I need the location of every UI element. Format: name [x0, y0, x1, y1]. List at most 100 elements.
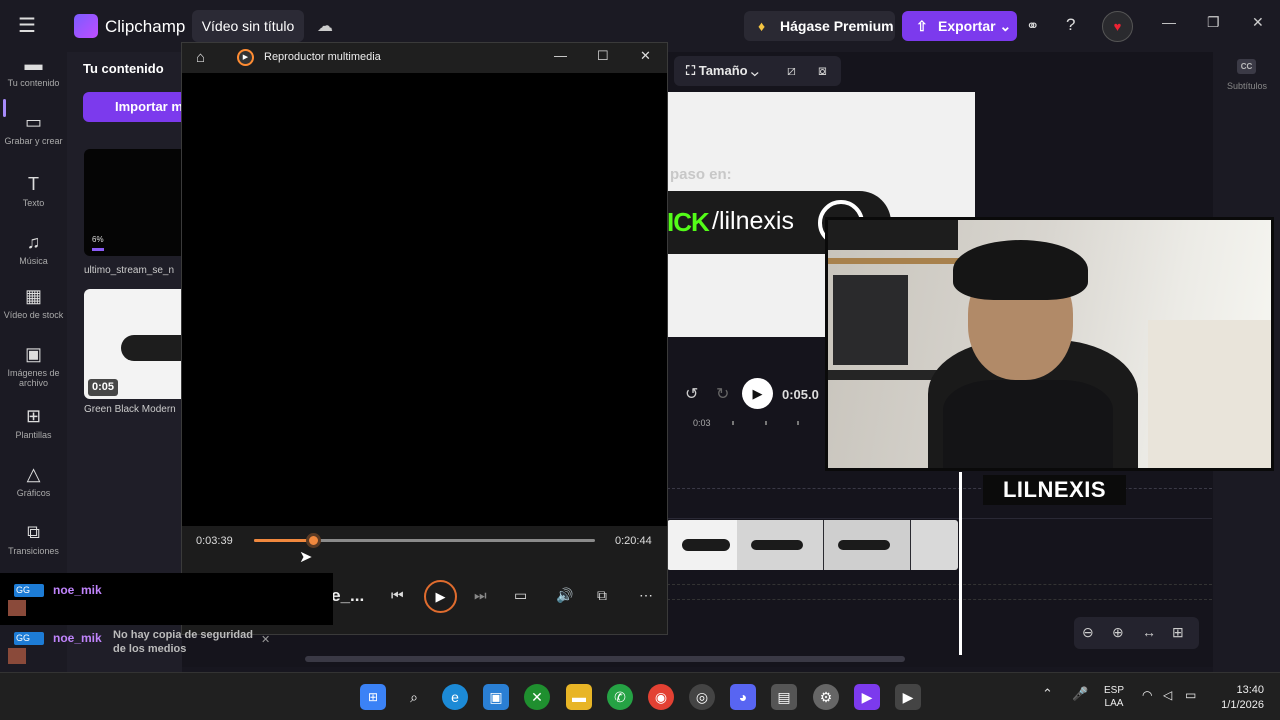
preview-play-button[interactable]: ▶ [742, 378, 773, 409]
project-title[interactable]: Vídeo sin título [192, 10, 304, 42]
maximize-icon[interactable]: ❐ [1207, 14, 1220, 31]
canvas-handle: /lilnexis [712, 207, 794, 235]
import-media-button[interactable]: Importar m [83, 92, 183, 122]
chat-username: noe_mik [53, 631, 102, 645]
volume-tray-icon[interactable]: ◁ [1163, 688, 1172, 702]
nav-label: Grabar y crear [4, 136, 63, 146]
tray-chevron-icon[interactable]: ⌃ [1042, 686, 1053, 702]
search-icon[interactable]: ⌕ [401, 684, 427, 710]
fit-icon[interactable]: ⧄ [787, 62, 796, 79]
audio-track[interactable] [667, 584, 1212, 600]
more-options-icon[interactable]: ⋯ [639, 587, 653, 604]
start-icon[interactable]: ⊞ [360, 684, 386, 710]
canvas-kick-logo: ICK [667, 207, 710, 237]
forward-icon[interactable]: ↻ [716, 384, 729, 404]
nav-graphics[interactable]: △ Gráficos [0, 464, 67, 498]
share-icon[interactable]: ⚭ [1026, 16, 1039, 36]
timeline-scrollbar[interactable] [305, 656, 905, 662]
play-button[interactable]: ▶ [424, 580, 457, 613]
edge-icon[interactable]: e [442, 684, 468, 710]
store-icon[interactable]: ▣ [483, 684, 509, 710]
size-label: Tamaño [698, 63, 748, 78]
transitions-icon: ⧉ [27, 522, 40, 542]
ruler-tick [732, 421, 734, 425]
upload-icon: ⇧ [916, 18, 928, 34]
toast-close-icon[interactable]: ✕ [261, 633, 270, 646]
content-title: Tu contenido [83, 61, 164, 76]
subtitles-icon[interactable]: CC [1237, 59, 1256, 74]
media-duration: 0:05 [88, 379, 118, 396]
nav-templates[interactable]: ⊞ Plantillas [0, 406, 67, 440]
previous-track-icon[interactable]: ⏮ [391, 587, 404, 604]
language-indicator[interactable]: ESP LAA [1104, 684, 1124, 710]
fit-timeline-icon[interactable]: ↔ [1142, 624, 1156, 640]
track-divider [667, 488, 1212, 489]
volume-icon[interactable]: 🔊 [556, 587, 573, 604]
media-player-taskbar-icon[interactable]: ▶ [895, 684, 921, 710]
xbox-icon[interactable]: ✕ [524, 684, 550, 710]
clip-app-icon[interactable]: ▤ [771, 684, 797, 710]
export-button[interactable]: ⇧ Exportar ⌄ [902, 11, 1017, 41]
zoom-out-icon[interactable]: ⊖ [1082, 624, 1094, 641]
nav-record[interactable]: ▭ Grabar y crear [0, 112, 67, 146]
backup-toast: No hay copia de seguridad de los medios [113, 629, 253, 655]
expand-icon[interactable]: ⊞ [1172, 624, 1184, 641]
nav-your-content[interactable]: ▬ Tu contenido [0, 54, 67, 88]
premium-button[interactable]: ♦ Hágase Premium [744, 11, 895, 41]
folder-icon: ▬ [24, 54, 43, 74]
rewind-icon[interactable]: ↺ [685, 384, 698, 404]
miniplayer-icon[interactable]: ⧉ [597, 587, 607, 604]
playhead[interactable] [959, 472, 962, 655]
export-label: Exportar [938, 18, 996, 34]
clip-frame [911, 520, 958, 570]
nav-transitions[interactable]: ⧉ Transiciones [0, 522, 67, 556]
clip-pill [838, 540, 890, 550]
player-close-icon[interactable]: ✕ [640, 48, 651, 64]
chrome-icon[interactable]: ◉ [648, 684, 674, 710]
app-icon[interactable]: ◎ [689, 684, 715, 710]
battery-icon[interactable]: ▭ [1185, 688, 1196, 702]
file-explorer-icon[interactable]: ▬ [566, 684, 592, 710]
minimize-icon[interactable]: — [1162, 14, 1176, 30]
clip-pill [751, 540, 803, 550]
zoom-in-icon[interactable]: ⊕ [1112, 624, 1124, 641]
wifi-icon[interactable]: ◠ [1142, 688, 1152, 702]
avatar[interactable]: ♥ [1102, 11, 1133, 42]
nav-text[interactable]: T Texto [0, 174, 67, 208]
upload-progress: 6% [92, 235, 104, 244]
nav-stock-video[interactable]: ▦ Vídeo de stock [0, 286, 67, 320]
next-track-icon[interactable]: ⏭ [474, 587, 487, 604]
clipchamp-taskbar-icon[interactable]: ▶ [854, 684, 880, 710]
thumbnail-shape [121, 335, 182, 361]
nav-stock-images[interactable]: ▣ Imágenes de archivo [0, 344, 67, 388]
text-icon: T [28, 174, 39, 194]
discord-icon[interactable]: ◕ [730, 684, 756, 710]
help-icon[interactable]: ? [1066, 15, 1075, 35]
timeline-clip[interactable] [667, 520, 958, 570]
microphone-icon[interactable]: 🎤 [1072, 686, 1088, 702]
camera-icon: ▭ [24, 112, 42, 132]
home-icon[interactable]: ⌂ [196, 49, 205, 66]
clipchamp-logo [74, 14, 98, 38]
player-maximize-icon[interactable]: ☐ [597, 48, 609, 64]
captions-icon[interactable]: ▭ [514, 587, 527, 604]
clock[interactable]: 13:40 1/1/2026 [1214, 683, 1264, 713]
seek-thumb[interactable] [306, 533, 321, 548]
media-name: Green Black Modern [84, 404, 176, 415]
film-icon: ▦ [24, 286, 42, 306]
lang-line: LAA [1104, 698, 1124, 709]
cloud-sync-icon[interactable]: ☁ [317, 16, 333, 36]
whatsapp-icon[interactable]: ✆ [607, 684, 633, 710]
subtitles-label[interactable]: Subtítulos [1217, 81, 1277, 91]
nav-music[interactable]: ♫ Música [0, 232, 67, 266]
upload-progress-bar [92, 248, 104, 251]
nav-label: Tu contenido [7, 78, 60, 88]
crop-icon[interactable]: ⧇ [818, 62, 827, 79]
image-icon: ▣ [24, 344, 42, 364]
settings-icon[interactable]: ⚙ [813, 684, 839, 710]
player-minimize-icon[interactable]: — [554, 48, 567, 63]
menu-icon[interactable]: ☰ [18, 16, 40, 36]
person-shirt [943, 380, 1113, 468]
size-dropdown[interactable]: ⛶ Tamaño ⌄ [686, 63, 758, 79]
close-icon[interactable]: ✕ [1252, 14, 1264, 31]
